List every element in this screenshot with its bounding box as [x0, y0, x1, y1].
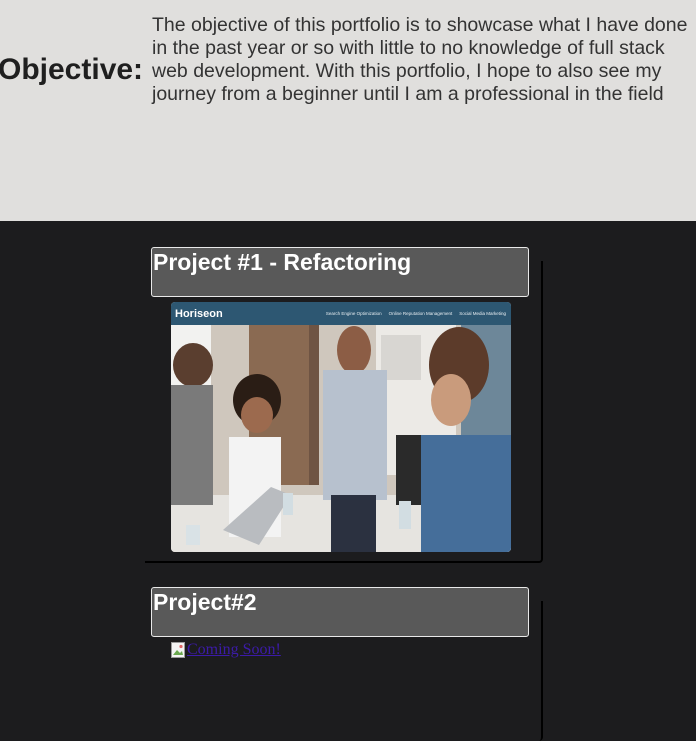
objective-heading: Objective: [0, 53, 144, 86]
project-title: Project#2 [153, 589, 257, 615]
team-meeting-photo [171, 325, 511, 552]
project-title-box: Project #1 - Refactoring [151, 247, 529, 297]
screenshot-header: Horiseon Search Engine Optimization Onli… [171, 302, 511, 325]
project-title: Project #1 - Refactoring [153, 249, 412, 275]
screenshot-nav-item: Social Media Marketing [459, 311, 506, 316]
coming-soon-link[interactable]: Coming Soon! [171, 641, 281, 659]
objective-section: Objective: The objective of this portfol… [0, 0, 696, 221]
coming-soon-text: Coming Soon! [187, 641, 281, 658]
objective-text: The objective of this portfolio is to sh… [152, 14, 688, 105]
project-screenshot[interactable]: Horiseon Search Engine Optimization Onli… [171, 302, 511, 552]
screenshot-logo: Horiseon [175, 307, 223, 320]
screenshot-nav-item: Search Engine Optimization [325, 311, 382, 316]
screenshot-nav-item: Online Reputation Management [388, 311, 453, 316]
screenshot-nav: Search Engine Optimization Online Reputa… [326, 311, 506, 316]
projects-section: Project #1 - Refactoring Horiseon Search… [0, 221, 696, 741]
project-title-box: Project#2 [151, 587, 529, 637]
broken-image-icon [171, 642, 185, 658]
